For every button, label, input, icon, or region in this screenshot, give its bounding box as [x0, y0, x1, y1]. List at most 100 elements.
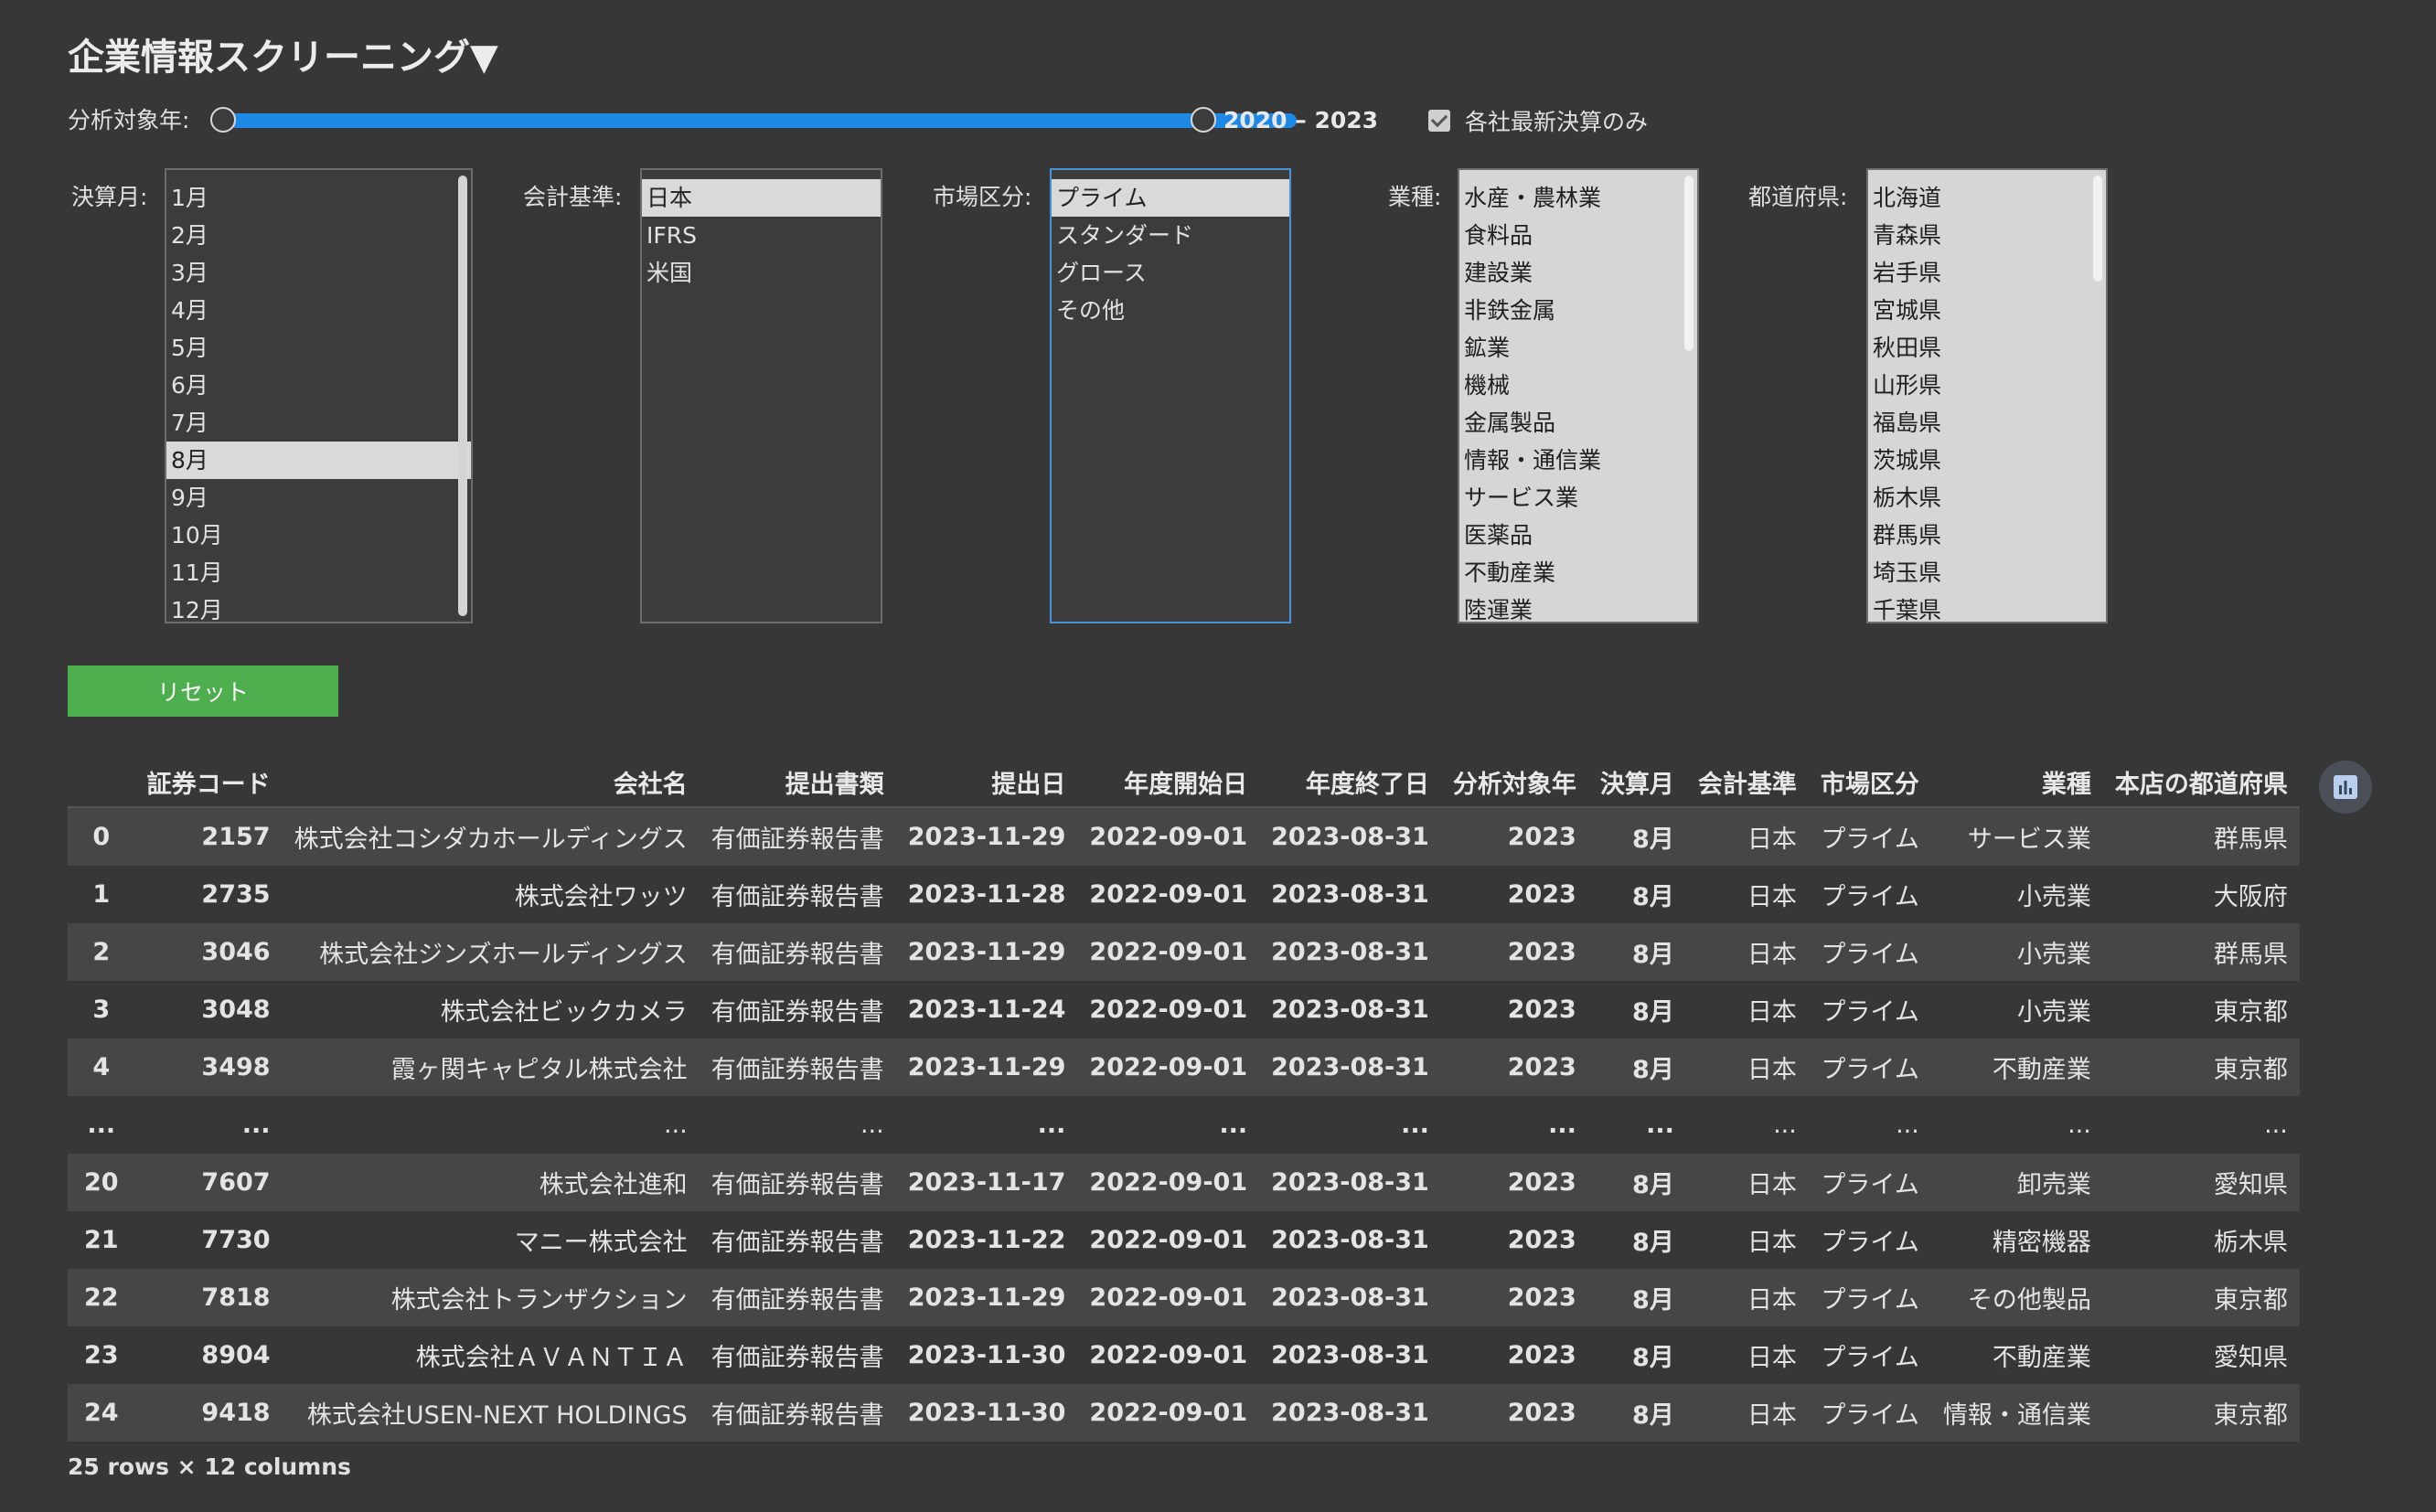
prefecture-listbox[interactable]: 北海道 青森県 岩手県 宮城県 秋田県 山形県 福島県 茨城県 栃木県 群馬県 埼玉県 千葉県 — [1866, 168, 2108, 623]
table-cell: 2023 — [1440, 866, 1588, 923]
column-header[interactable]: 市場区分 — [1808, 757, 1931, 808]
table-cell: 2023 — [1440, 1326, 1588, 1384]
list-option[interactable]: 埼玉県 — [1868, 554, 2106, 591]
table-cell: 2023 — [1440, 923, 1588, 981]
month-filter-label: 決算月: — [71, 184, 148, 210]
list-option[interactable]: 栃木県 — [1868, 479, 2106, 516]
list-option[interactable]: 宮城県 — [1868, 292, 2106, 329]
table-cell: 3046 — [134, 923, 283, 981]
list-option[interactable]: 6月 — [166, 367, 471, 404]
reset-button[interactable]: リセット — [68, 665, 338, 717]
page-title: 企業情報スクリーニング▼ — [68, 37, 498, 79]
list-option[interactable]: 福島県 — [1868, 404, 2106, 442]
list-option[interactable]: 5月 — [166, 329, 471, 367]
column-header[interactable]: 分析対象年 — [1440, 757, 1588, 808]
list-option[interactable]: 7月 — [166, 404, 471, 442]
column-header[interactable]: 決算月 — [1587, 757, 1686, 808]
table-cell: 2023-11-22 — [895, 1211, 1078, 1269]
table-cell: 有価証券報告書 — [699, 866, 896, 923]
list-option[interactable]: 金属製品 — [1459, 404, 1697, 442]
list-option[interactable]: 10月 — [166, 516, 471, 554]
column-header[interactable]: 業種 — [1930, 757, 2103, 808]
table-cell: 日本 — [1685, 866, 1809, 923]
prefecture-scrollbar[interactable] — [2093, 176, 2102, 282]
list-option[interactable]: 北海道 — [1868, 179, 2106, 217]
table-cell: 日本 — [1685, 1384, 1809, 1442]
table-cell: 3498 — [134, 1038, 283, 1096]
list-option[interactable]: 群馬県 — [1868, 516, 2106, 554]
industry-listbox[interactable]: 水産・農林業 食料品 建設業 非鉄金属 鉱業 機械 金属製品 情報・通信業 サービス業 医薬品 不動… — [1458, 168, 1699, 623]
list-option[interactable]: 日本 — [642, 179, 881, 217]
latest-only-toggle[interactable]: 各社最新決算のみ — [1428, 102, 1648, 139]
list-option[interactable]: 医薬品 — [1459, 516, 1697, 554]
column-header[interactable]: 本店の都道府県 — [2102, 757, 2300, 808]
slider-handle-min[interactable] — [210, 107, 236, 133]
column-header[interactable]: 提出書類 — [699, 757, 896, 808]
list-option[interactable]: 不動産業 — [1459, 554, 1697, 591]
table-cell: ... — [282, 1096, 700, 1154]
industry-scrollbar[interactable] — [1684, 176, 1693, 351]
list-option[interactable]: スタンダード — [1052, 217, 1289, 254]
list-option[interactable]: IFRS — [642, 217, 881, 254]
latest-only-checkbox[interactable] — [1428, 110, 1450, 132]
column-header[interactable] — [68, 757, 135, 808]
list-option[interactable]: 秋田県 — [1868, 329, 2106, 367]
table-cell: 栃木県 — [2102, 1211, 2300, 1269]
list-option[interactable]: 機械 — [1459, 367, 1697, 404]
table-cell: ... — [1259, 1096, 1441, 1154]
industry-filter-label: 業種: — [1388, 184, 1442, 210]
table-cell: ... — [2102, 1096, 2300, 1154]
month-scrollbar[interactable] — [458, 176, 467, 616]
list-option[interactable]: サービス業 — [1459, 479, 1697, 516]
table-cell: 2023-08-31 — [1259, 1154, 1441, 1211]
list-option[interactable]: 建設業 — [1459, 254, 1697, 292]
table-cell: 2023 — [1440, 1269, 1588, 1326]
column-header[interactable]: 会計基準 — [1685, 757, 1809, 808]
table-cell: 有価証券報告書 — [699, 1154, 896, 1211]
market-listbox[interactable]: プライム スタンダード グロース その他 — [1050, 168, 1291, 623]
month-listbox[interactable]: 1月 2月 3月 4月 5月 6月 7月 8月 9月 10月 11月 12月 — [165, 168, 473, 623]
list-option[interactable]: 1月 — [166, 179, 471, 217]
slider-track[interactable] — [223, 113, 1297, 128]
table-cell: ... — [699, 1096, 896, 1154]
list-option[interactable]: 8月 — [166, 442, 471, 479]
list-option[interactable]: 4月 — [166, 292, 471, 329]
list-option[interactable]: 山形県 — [1868, 367, 2106, 404]
list-option[interactable]: 非鉄金属 — [1459, 292, 1697, 329]
column-header[interactable]: 会社名 — [282, 757, 700, 808]
list-option[interactable]: 米国 — [642, 254, 881, 292]
list-option[interactable]: 茨城県 — [1868, 442, 2106, 479]
list-option[interactable]: 陸運業 — [1459, 591, 1697, 622]
list-option[interactable]: 情報・通信業 — [1459, 442, 1697, 479]
list-option[interactable]: 9月 — [166, 479, 471, 516]
column-header[interactable]: 年度開始日 — [1077, 757, 1260, 808]
table-cell: ... — [1077, 1096, 1260, 1154]
table-cell: ... — [1685, 1096, 1809, 1154]
table-cell: 8月 — [1587, 1269, 1686, 1326]
list-option[interactable]: 3月 — [166, 254, 471, 292]
list-option[interactable]: 2月 — [166, 217, 471, 254]
list-option[interactable]: 青森県 — [1868, 217, 2106, 254]
table-cell: プライム — [1808, 1211, 1931, 1269]
list-option[interactable]: 12月 — [166, 591, 471, 622]
table-cell: 有価証券報告書 — [699, 1384, 896, 1442]
list-option[interactable]: 水産・農林業 — [1459, 179, 1697, 217]
list-option[interactable]: 鉱業 — [1459, 329, 1697, 367]
table-cell: プライム — [1808, 923, 1931, 981]
table-cell: マニー株式会社 — [282, 1211, 700, 1269]
list-option[interactable]: グロース — [1052, 254, 1289, 292]
table-cell: 株式会社トランザクション — [282, 1269, 700, 1326]
list-option[interactable]: 岩手県 — [1868, 254, 2106, 292]
list-option[interactable]: プライム — [1052, 179, 1289, 217]
slider-handle-max[interactable] — [1191, 107, 1216, 133]
list-option[interactable]: その他 — [1052, 292, 1289, 329]
standard-listbox[interactable]: 日本 IFRS 米国 — [640, 168, 882, 623]
column-header[interactable]: 証券コード — [134, 757, 283, 808]
table-cell: ... — [68, 1096, 135, 1154]
column-header[interactable]: 提出日 — [895, 757, 1078, 808]
list-option[interactable]: 食料品 — [1459, 217, 1697, 254]
list-option[interactable]: 11月 — [166, 554, 471, 591]
column-header[interactable]: 年度終了日 — [1259, 757, 1441, 808]
chart-view-button[interactable] — [2319, 761, 2372, 814]
list-option[interactable]: 千葉県 — [1868, 591, 2106, 622]
